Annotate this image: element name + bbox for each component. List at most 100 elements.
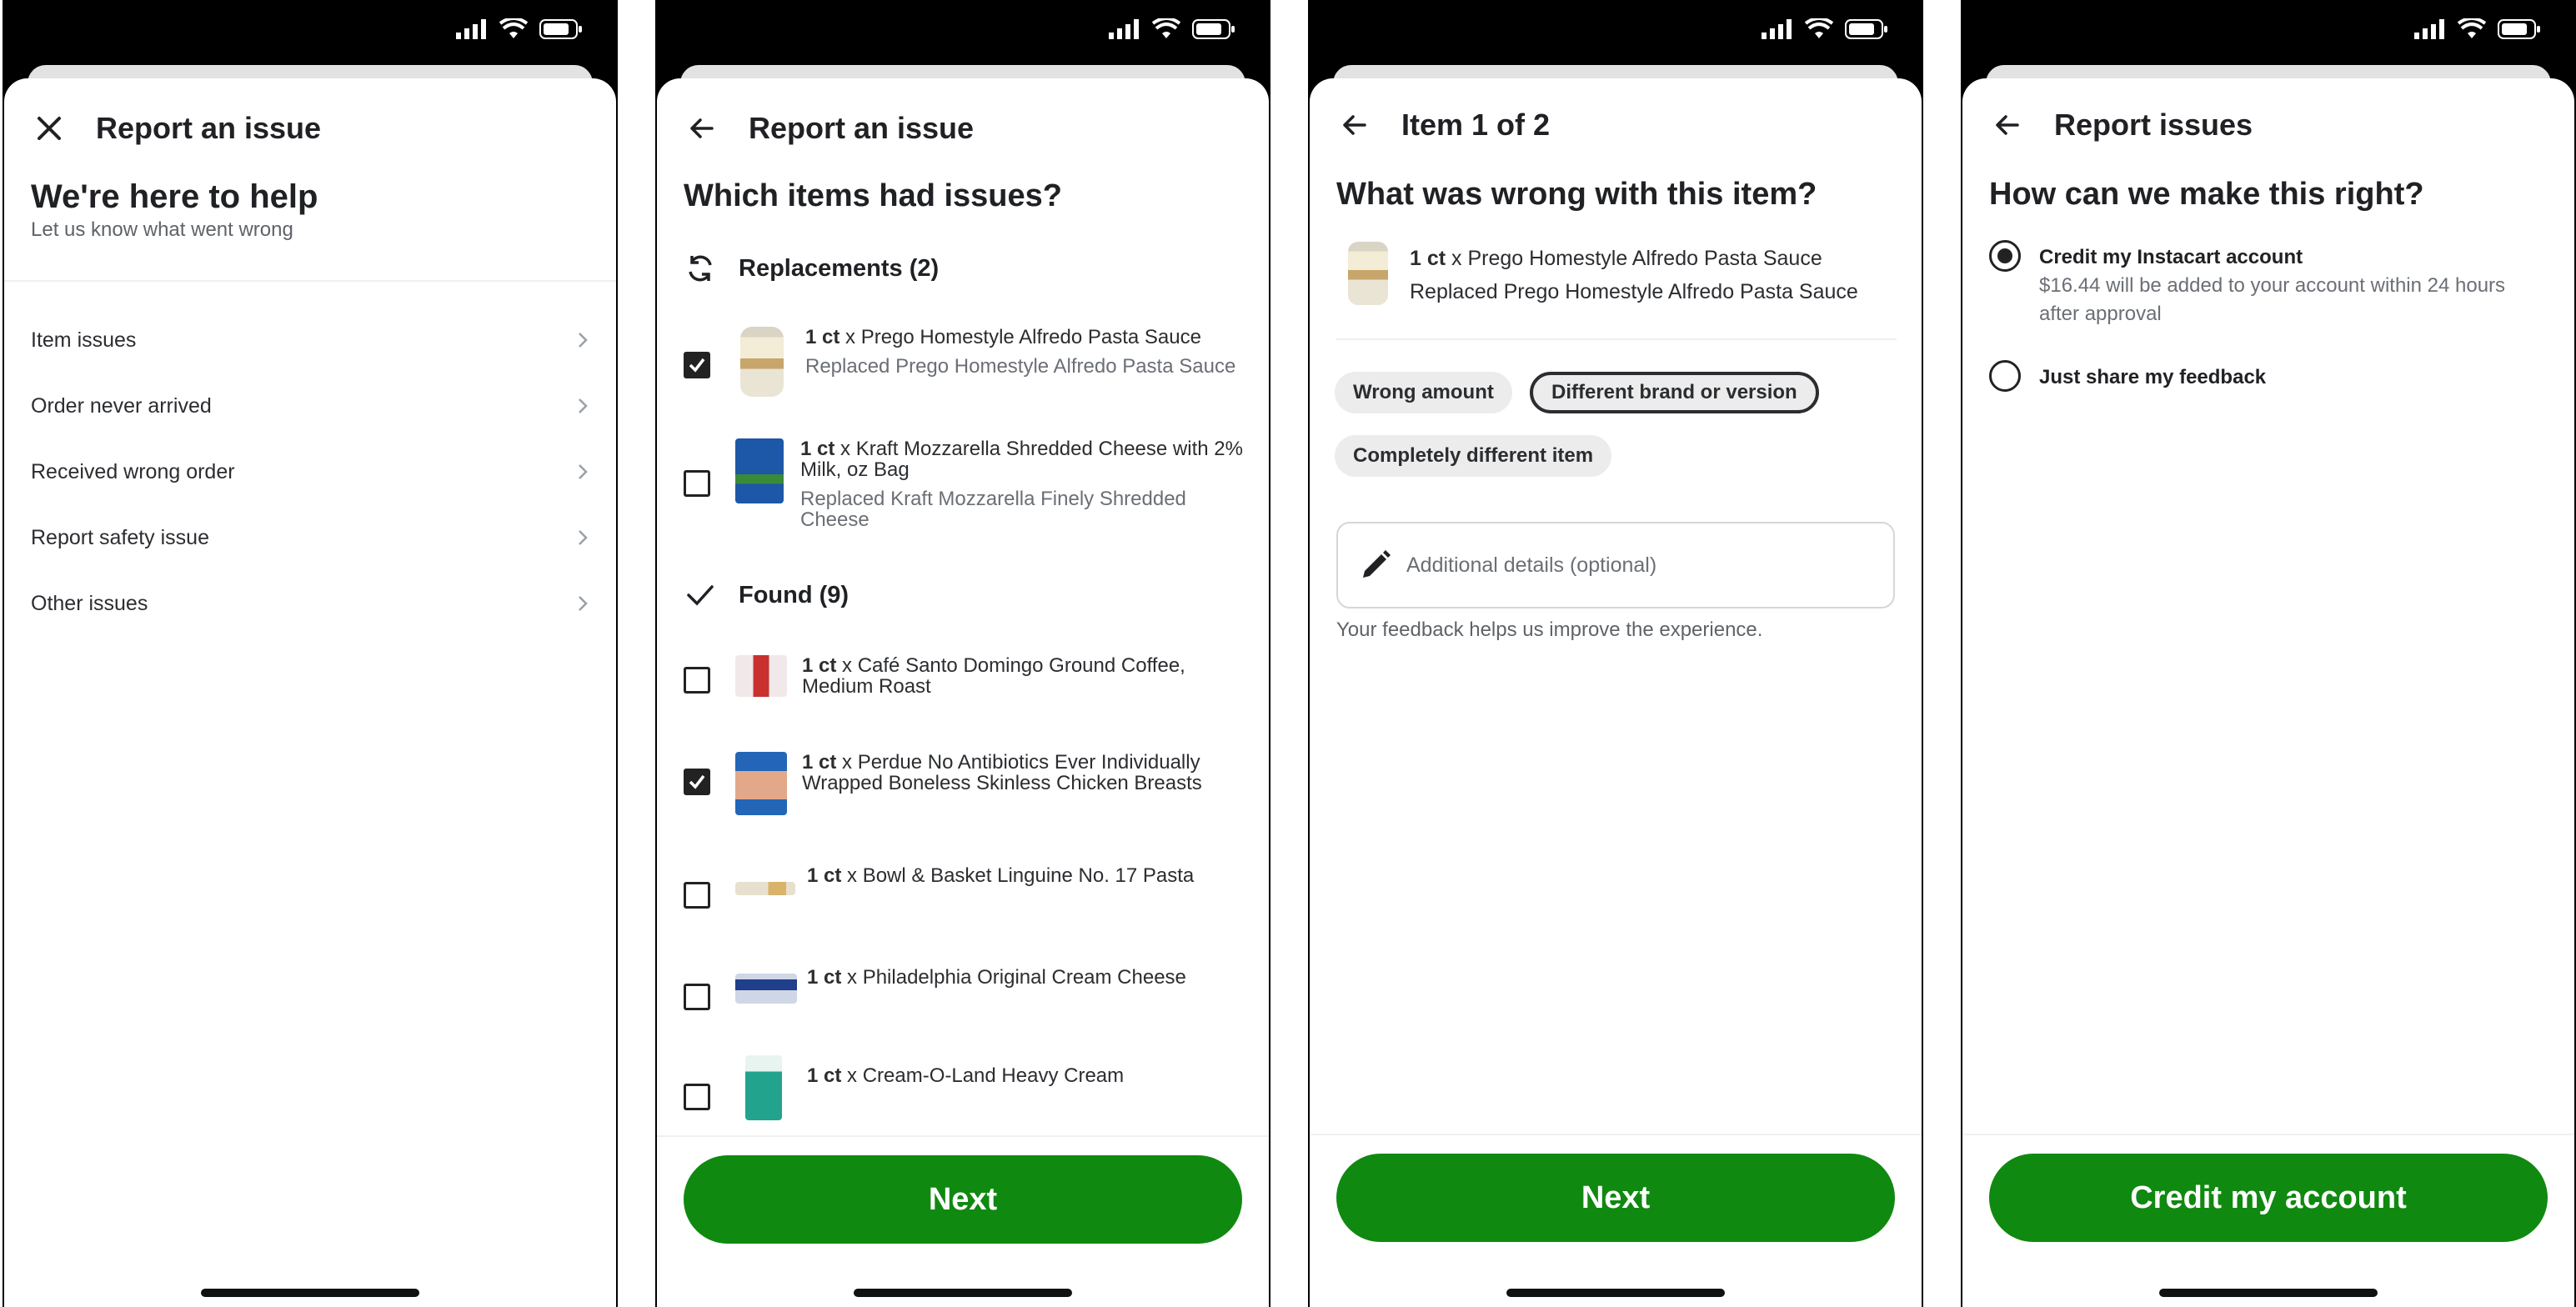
chip-different-brand-selected[interactable]: Different brand or version xyxy=(1530,372,1819,413)
item-qty: 1 ct xyxy=(802,654,837,677)
menu-item-other-issues[interactable]: Other issues xyxy=(31,578,591,628)
section-label: Found (9) xyxy=(739,581,849,608)
radio-selected[interactable] xyxy=(1989,240,2021,272)
chevron-right-icon xyxy=(579,596,588,611)
refresh-icon xyxy=(684,252,717,285)
signal-icon xyxy=(1109,19,1139,39)
credit-account-button[interactable]: Credit my account xyxy=(1989,1154,2548,1242)
option-title: Just share my feedback xyxy=(2039,366,2267,388)
checkbox[interactable] xyxy=(684,667,710,694)
page-title: Report issues xyxy=(2054,108,2253,142)
details-field[interactable] xyxy=(1336,522,1895,608)
item-name: x Cream-O-Land Heavy Cream xyxy=(847,1064,1125,1087)
heading: What was wrong with this item? xyxy=(1336,177,1817,212)
product-summary: 1 ct x Prego Homestyle Alfredo Pasta Sau… xyxy=(1336,242,1897,308)
phone-screen-resolution: Report issues How can we make this right… xyxy=(1961,0,2576,1307)
item-qty: 1 ct xyxy=(807,1064,842,1087)
heading: We're here to help xyxy=(31,178,318,215)
section-label: Replacements (2) xyxy=(739,254,940,282)
close-icon[interactable] xyxy=(29,108,69,148)
status-bar xyxy=(3,0,618,67)
footer-bar: Next xyxy=(657,1135,1269,1307)
checkbox[interactable] xyxy=(684,470,710,497)
chevron-right-icon xyxy=(579,398,588,413)
subheading: Let us know what went wrong xyxy=(31,218,293,241)
back-arrow-icon[interactable] xyxy=(682,108,722,148)
next-button[interactable]: Next xyxy=(1336,1154,1895,1242)
menu-item-label: Item issues xyxy=(31,328,137,352)
product-thumbnail xyxy=(1348,242,1388,305)
list-item[interactable]: 1 ct x Philadelphia Original Cream Chees… xyxy=(684,967,1244,1010)
item-name: x Bowl & Basket Linguine No. 17 Pasta xyxy=(847,864,1195,887)
phone-screen-report-issue: Report an issue We're here to help Let u… xyxy=(3,0,618,1307)
heading: How can we make this right? xyxy=(1989,177,2424,212)
status-bar xyxy=(1961,0,2576,67)
details-input[interactable] xyxy=(1405,552,1893,578)
menu-item-label: Report safety issue xyxy=(31,525,209,549)
battery-icon xyxy=(1845,19,1887,39)
chip-completely-different-item[interactable]: Completely different item xyxy=(1335,435,1612,477)
item-replaced: Replaced Kraft Mozzarella Finely Shredde… xyxy=(800,488,1186,531)
item-qty: 1 ct xyxy=(802,751,837,774)
product-thumbnail xyxy=(735,882,795,895)
chip-wrong-amount[interactable]: Wrong amount xyxy=(1335,372,1512,413)
list-item[interactable]: 1 ct x Perdue No Antibiotics Ever Indivi… xyxy=(684,752,1244,815)
product-qty: 1 ct xyxy=(1410,247,1446,270)
menu-item-received-wrong-order[interactable]: Received wrong order xyxy=(31,447,591,497)
phone-screen-select-items: Report an issue Which items had issues? … xyxy=(655,0,1270,1307)
option-credit-account[interactable]: Credit my Instacart account $16.44 will … xyxy=(1989,240,2549,328)
page-title: Report an issue xyxy=(96,111,322,145)
list-item[interactable]: 1 ct x Bowl & Basket Linguine No. 17 Pas… xyxy=(684,865,1244,909)
list-item[interactable]: 1 ct x Prego Homestyle Alfredo Pasta Sau… xyxy=(684,327,1244,397)
menu-item-label: Other issues xyxy=(31,591,148,615)
checkbox[interactable] xyxy=(684,984,710,1010)
home-indicator xyxy=(1506,1289,1725,1297)
back-arrow-icon[interactable] xyxy=(1335,105,1375,145)
footer-bar: Next xyxy=(1310,1134,1922,1307)
status-bar xyxy=(1308,0,1923,67)
footer-bar: Credit my account xyxy=(1962,1134,2574,1307)
header: Report an issue xyxy=(657,103,1269,153)
status-bar xyxy=(655,0,1270,67)
menu-item-label: Received wrong order xyxy=(31,459,235,483)
chevron-right-icon xyxy=(579,333,588,348)
menu-item-report-safety-issue[interactable]: Report safety issue xyxy=(31,513,591,563)
option-share-feedback[interactable]: Just share my feedback xyxy=(1989,360,2549,392)
wifi-icon xyxy=(1805,18,1833,38)
back-arrow-icon[interactable] xyxy=(1987,105,2027,145)
item-name: x Perdue No Antibiotics Ever Individuall… xyxy=(802,751,1202,794)
item-name: x Prego Homestyle Alfredo Pasta Sauce xyxy=(845,326,1201,348)
product-thumbnail xyxy=(735,655,787,697)
checkbox[interactable] xyxy=(684,1084,710,1110)
list-item[interactable]: 1 ct x Café Santo Domingo Ground Coffee,… xyxy=(684,655,1244,697)
pencil-icon xyxy=(1363,550,1391,578)
helper-text: Your feedback helps us improve the exper… xyxy=(1336,618,1763,641)
checkbox-checked[interactable] xyxy=(684,352,710,378)
list-item[interactable]: 1 ct x Kraft Mozzarella Shredded Cheese … xyxy=(684,438,1244,530)
product-thumbnail xyxy=(740,327,784,397)
item-qty: 1 ct xyxy=(807,864,842,887)
menu-item-order-never-arrived[interactable]: Order never arrived xyxy=(31,381,591,431)
product-thumbnail xyxy=(735,752,787,815)
product-name: x Prego Homestyle Alfredo Pasta Sauce xyxy=(1451,247,1822,270)
checkbox[interactable] xyxy=(684,882,710,909)
radio[interactable] xyxy=(1989,360,2021,392)
menu-item-label: Order never arrived xyxy=(31,393,212,418)
option-description: $16.44 will be added to your account wit… xyxy=(2039,274,2506,325)
list-item[interactable]: 1 ct x Cream-O-Land Heavy Cream xyxy=(684,1055,1244,1120)
header: Report issues xyxy=(1962,100,2574,150)
signal-icon xyxy=(1762,19,1792,39)
product-thumbnail xyxy=(735,438,784,503)
product-replaced: Replaced Prego Homestyle Alfredo Pasta S… xyxy=(1410,280,1858,303)
sheet: Report issues How can we make this right… xyxy=(1962,78,2574,1307)
divider xyxy=(1336,338,1897,340)
sheet: Item 1 of 2 What was wrong with this ite… xyxy=(1310,78,1922,1307)
header: Item 1 of 2 xyxy=(1310,100,1922,150)
menu-item-item-issues[interactable]: Item issues xyxy=(31,315,591,365)
item-qty: 1 ct xyxy=(800,438,835,460)
checkbox-checked[interactable] xyxy=(684,769,710,795)
signal-icon xyxy=(2414,19,2444,39)
sheet: Report an issue Which items had issues? … xyxy=(657,78,1269,1307)
next-button[interactable]: Next xyxy=(684,1155,1242,1244)
battery-icon xyxy=(539,19,582,39)
